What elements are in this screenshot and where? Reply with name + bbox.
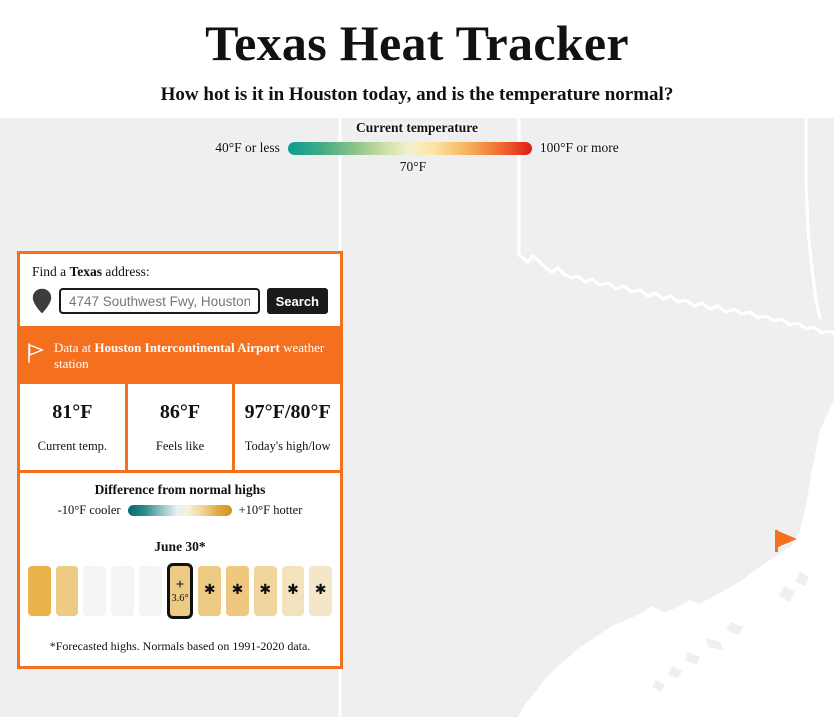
difference-bar[interactable] xyxy=(83,566,107,616)
stat-label: Current temp. xyxy=(37,438,108,453)
stat-current-temp: 81°F Current temp. xyxy=(20,384,125,471)
forecast-asterisk: ✱ xyxy=(259,583,272,598)
difference-bar[interactable]: ✱ xyxy=(226,566,249,616)
forecast-asterisk: ✱ xyxy=(203,583,216,598)
difference-bar-current[interactable]: +3.6° xyxy=(166,563,194,619)
difference-bar-value: 3.6° xyxy=(171,592,189,604)
stat-high-low: 97°F/80°F Today's high/low xyxy=(232,383,340,470)
stat-label: Feels like xyxy=(155,438,205,453)
station-prefix: Data at xyxy=(54,340,95,355)
difference-legend-gradient xyxy=(127,505,232,516)
difference-bar-sign: + xyxy=(175,576,185,593)
map-pin-icon xyxy=(32,288,52,314)
difference-bar[interactable] xyxy=(111,566,134,616)
stat-label: Today's high/low xyxy=(244,438,331,453)
stat-value: 86°F xyxy=(159,400,201,423)
difference-bar[interactable]: ✱ xyxy=(281,566,305,616)
forecast-asterisk: ✱ xyxy=(231,583,244,598)
forecast-asterisk: ✱ xyxy=(287,583,299,598)
difference-bar[interactable] xyxy=(55,566,79,616)
difference-bar[interactable]: ✱ xyxy=(253,566,277,616)
stat-value: 81°F xyxy=(52,400,93,423)
difference-bar[interactable]: ✱ xyxy=(198,566,222,616)
search-button[interactable]: Search xyxy=(266,288,328,314)
station-name: Houston Intercontinental Airport xyxy=(94,340,280,355)
forecast-asterisk: ✱ xyxy=(314,583,327,598)
difference-chart-card: Difference from normal highs -10°F coole… xyxy=(17,473,343,669)
difference-bar-chart: +3.6° ✱ ✱ ✱ ✱ ✱ xyxy=(28,563,333,619)
search-label-state: Texas xyxy=(69,264,103,279)
difference-legend-left-label: -10°F cooler xyxy=(57,503,121,517)
weather-station-text: Data at Houston Intercontinental Airport… xyxy=(54,340,331,373)
temperature-stats: 81°F Current temp. 86°F Feels like 97°F/… xyxy=(17,383,343,473)
stat-value: 97°F/80°F xyxy=(244,400,331,423)
difference-bar[interactable] xyxy=(138,566,162,616)
search-label-prefix: Find a xyxy=(32,264,70,279)
address-search-row: Search xyxy=(32,288,328,314)
info-panel: Find a Texas address: Search Data at Hou… xyxy=(17,251,343,669)
difference-bar[interactable]: ✱ xyxy=(309,566,333,616)
difference-chart-date: June 30* xyxy=(154,539,206,554)
difference-chart-footnote: *Forecasted highs. Normals based on 1991… xyxy=(49,639,311,653)
difference-bar[interactable] xyxy=(28,566,51,616)
search-input[interactable] xyxy=(59,288,260,314)
difference-legend-right-label: +10°F hotter xyxy=(238,503,303,517)
difference-chart-title: Difference from normal highs xyxy=(94,482,266,497)
address-search-card: Find a Texas address: Search xyxy=(17,251,343,329)
flag-outline-icon xyxy=(27,343,45,363)
address-search-label: Find a Texas address: xyxy=(32,264,328,280)
difference-legend-row: -10°F cooler +10°F hotter xyxy=(28,503,332,518)
stat-feels-like: 86°F Feels like xyxy=(124,383,233,470)
weather-station-banner: Data at Houston Intercontinental Airport… xyxy=(17,329,343,384)
search-label-suffix: address: xyxy=(102,264,150,279)
